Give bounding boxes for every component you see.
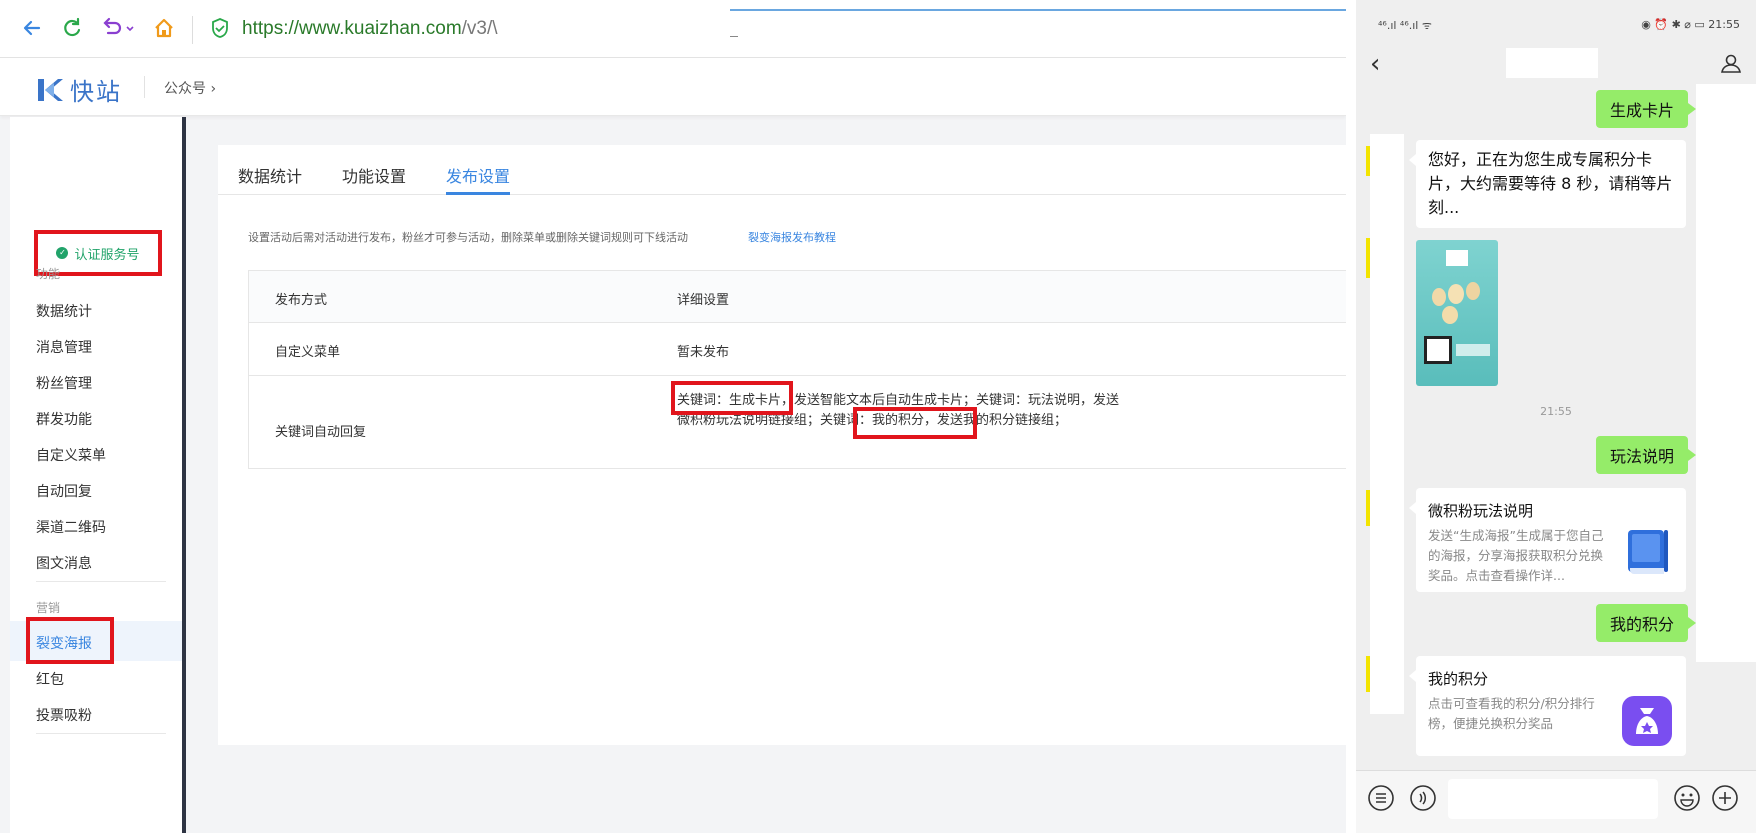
message-sent[interactable]: 玩法说明 bbox=[1596, 436, 1696, 474]
sidebar: ✓ 认证服务号 功能 数据统计 消息管理 粉丝管理 群发功能 自定义菜单 自动回… bbox=[10, 117, 186, 833]
poster-caption-block bbox=[1456, 344, 1490, 356]
refresh-icon[interactable] bbox=[58, 14, 86, 42]
sidebar-item-auto-reply[interactable]: 自动回复 bbox=[36, 481, 92, 501]
avatar-marker bbox=[1366, 656, 1370, 692]
section-label-function: 功能 bbox=[36, 267, 61, 281]
main-panel: 数据统计 功能设置 发布设置 设置活动后需对活动进行发布，粉丝才可参与活动，删除… bbox=[218, 145, 1346, 745]
tab-stats[interactable]: 数据统计 bbox=[238, 163, 302, 187]
sidebar-item-red-packet[interactable]: 红包 bbox=[36, 669, 64, 689]
signal-status: ⁴⁶.ıl ⁴⁶.ıl ᯤ bbox=[1378, 19, 1432, 32]
bot-avatar-redacted bbox=[1370, 134, 1404, 714]
undo-history-icon[interactable] bbox=[98, 14, 138, 42]
url-path: /v3/\ bbox=[461, 18, 498, 39]
check-circle-icon: ✓ bbox=[56, 247, 69, 259]
active-tab-indicator bbox=[446, 192, 510, 195]
avatar-marker bbox=[1366, 490, 1370, 526]
tab-bar: 数据统计 功能设置 发布设置 bbox=[218, 145, 1346, 195]
row-method-menu: 自定义菜单 bbox=[275, 345, 341, 360]
plus-icon[interactable] bbox=[1710, 783, 1740, 813]
link-card-guide[interactable]: 微积粉玩法说明 发送“生成海报”生成属于您自己的海报，分享海报获取积分兑换奖品。… bbox=[1409, 488, 1686, 592]
system-status: ◉ ⏰ ✱ ⌀ ▭ 21:55 bbox=[1641, 18, 1740, 31]
card-title: 我的积分 bbox=[1428, 670, 1489, 688]
col-detail-settings: 详细设置 bbox=[677, 293, 730, 308]
poster-header-block bbox=[1446, 250, 1468, 266]
egg-shape bbox=[1448, 284, 1464, 304]
brand-name: 快站 bbox=[70, 78, 122, 106]
voice-icon[interactable] bbox=[1408, 783, 1438, 813]
card-title: 微积粉玩法说明 bbox=[1428, 502, 1534, 520]
poster-image[interactable] bbox=[1416, 240, 1498, 386]
chat-input-toolbar bbox=[1356, 770, 1756, 833]
message-input[interactable] bbox=[1448, 779, 1658, 819]
link-card-points[interactable]: 我的积分 点击可查看我的积分/积分排行榜，便捷兑换积分奖品 bbox=[1409, 656, 1686, 756]
sidebar-item-fans[interactable]: 粉丝管理 bbox=[36, 373, 92, 393]
col-publish-method: 发布方式 bbox=[275, 293, 328, 308]
chat-title-redacted bbox=[1506, 48, 1598, 78]
kuaizhan-logo-icon bbox=[38, 78, 63, 101]
tab-function-settings[interactable]: 功能设置 bbox=[342, 163, 406, 187]
browser-window: https://www.kuaizhan.com/v3/\ 快站 公众号 › ✓… bbox=[0, 0, 1346, 833]
section-label-marketing: 营销 bbox=[36, 601, 61, 615]
sidebar-divider-bottom bbox=[36, 733, 166, 734]
egg-shape bbox=[1442, 306, 1458, 324]
message-sent[interactable]: 生成卡片 bbox=[1596, 90, 1696, 128]
egg-shape bbox=[1432, 288, 1446, 306]
sidebar-item-stats[interactable]: 数据统计 bbox=[36, 301, 92, 321]
highlight-keyword-card bbox=[671, 381, 793, 415]
money-bag-icon bbox=[1622, 696, 1672, 746]
brand-logo[interactable]: 快站 bbox=[36, 72, 122, 107]
toolbar-divider bbox=[192, 16, 193, 44]
tab-publish-settings[interactable]: 发布设置 bbox=[446, 163, 510, 187]
person-icon[interactable] bbox=[1720, 52, 1742, 78]
avatar-marker bbox=[1366, 238, 1370, 278]
header-divider bbox=[144, 76, 145, 98]
back-arrow-icon[interactable] bbox=[18, 14, 46, 42]
avatar-marker bbox=[1366, 146, 1370, 176]
row-method-keyword: 关键词自动回复 bbox=[275, 425, 367, 440]
chevron-left-icon[interactable]: ‹ bbox=[1370, 51, 1380, 77]
sidebar-item-messages[interactable]: 消息管理 bbox=[36, 337, 92, 357]
highlight-keyword-points bbox=[853, 407, 977, 439]
row-detail-menu: 暂未发布 bbox=[677, 345, 730, 360]
text-caret bbox=[730, 36, 738, 37]
publish-hint: 设置活动后需对活动进行发布，粉丝才可参与活动，删除菜单或删除关键词规则可下线活动 bbox=[248, 231, 688, 244]
card-description: 点击可查看我的积分/积分排行榜，便捷兑换积分奖品 bbox=[1428, 696, 1595, 731]
sidebar-item-vote[interactable]: 投票吸粉 bbox=[36, 705, 92, 725]
highlight-fission-poster bbox=[26, 617, 114, 664]
status-bar: ⁴⁶.ıl ⁴⁶.ıl ᯤ ◉ ⏰ ✱ ⌀ ▭ 21:55 bbox=[1356, 0, 1756, 44]
book-icon bbox=[1628, 530, 1668, 574]
home-icon[interactable] bbox=[150, 14, 178, 42]
chat-header: ‹ bbox=[1356, 44, 1756, 84]
message-received[interactable]: 您好，正在为您生成专属积分卡片，大约需要等待 8 秒，请稍等片刻... bbox=[1409, 140, 1686, 228]
egg-shape bbox=[1466, 282, 1480, 300]
message-sent[interactable]: 我的积分 bbox=[1596, 604, 1696, 642]
verified-label: 认证服务号 bbox=[74, 247, 140, 263]
sidebar-divider bbox=[36, 581, 166, 582]
card-description: 发送“生成海报”生成属于您自己的海报，分享海报获取积分兑换奖品。点击查看操作详.… bbox=[1428, 528, 1604, 583]
breadcrumb[interactable]: 公众号 › bbox=[164, 78, 216, 98]
url-input[interactable]: https://www.kuaizhan.com/v3/\ bbox=[242, 18, 498, 40]
emoji-icon[interactable] bbox=[1672, 783, 1702, 813]
url-host: https://www.kuaizhan.com bbox=[242, 18, 462, 39]
sidebar-item-articles[interactable]: 图文消息 bbox=[36, 553, 92, 573]
sidebar-item-broadcast[interactable]: 群发功能 bbox=[36, 409, 92, 429]
message-text: 您好，正在为您生成专属积分卡片，大约需要等待 8 秒，请稍等片刻... bbox=[1428, 150, 1673, 217]
address-bar: https://www.kuaizhan.com/v3/\ bbox=[0, 0, 1346, 58]
menu-list-icon[interactable] bbox=[1366, 783, 1396, 813]
phone-screen: ⁴⁶.ıl ⁴⁶.ıl ᯤ ◉ ⏰ ✱ ⌀ ▭ 21:55 ‹ 生成卡片 您好，… bbox=[1356, 0, 1756, 833]
app-header: 快站 公众号 › bbox=[0, 58, 1346, 116]
sender-avatar-redacted bbox=[1696, 84, 1756, 662]
sidebar-item-custom-menu[interactable]: 自定义菜单 bbox=[36, 445, 106, 465]
sidebar-item-qrcode[interactable]: 渠道二维码 bbox=[36, 517, 106, 537]
shield-check-icon bbox=[206, 14, 234, 42]
loading-line bbox=[730, 9, 1346, 11]
table-header: 发布方式 详细设置 bbox=[249, 271, 1346, 323]
message-timestamp: 21:55 bbox=[1540, 405, 1572, 418]
qrcode-block bbox=[1424, 336, 1452, 364]
publish-table: 发布方式 详细设置 自定义菜单 暂未发布 关键词自动回复 关键词：生成卡片，发送… bbox=[248, 270, 1346, 469]
tutorial-link[interactable]: 裂变海报发布教程 bbox=[748, 229, 836, 245]
table-row: 自定义菜单 暂未发布 bbox=[249, 323, 1346, 376]
